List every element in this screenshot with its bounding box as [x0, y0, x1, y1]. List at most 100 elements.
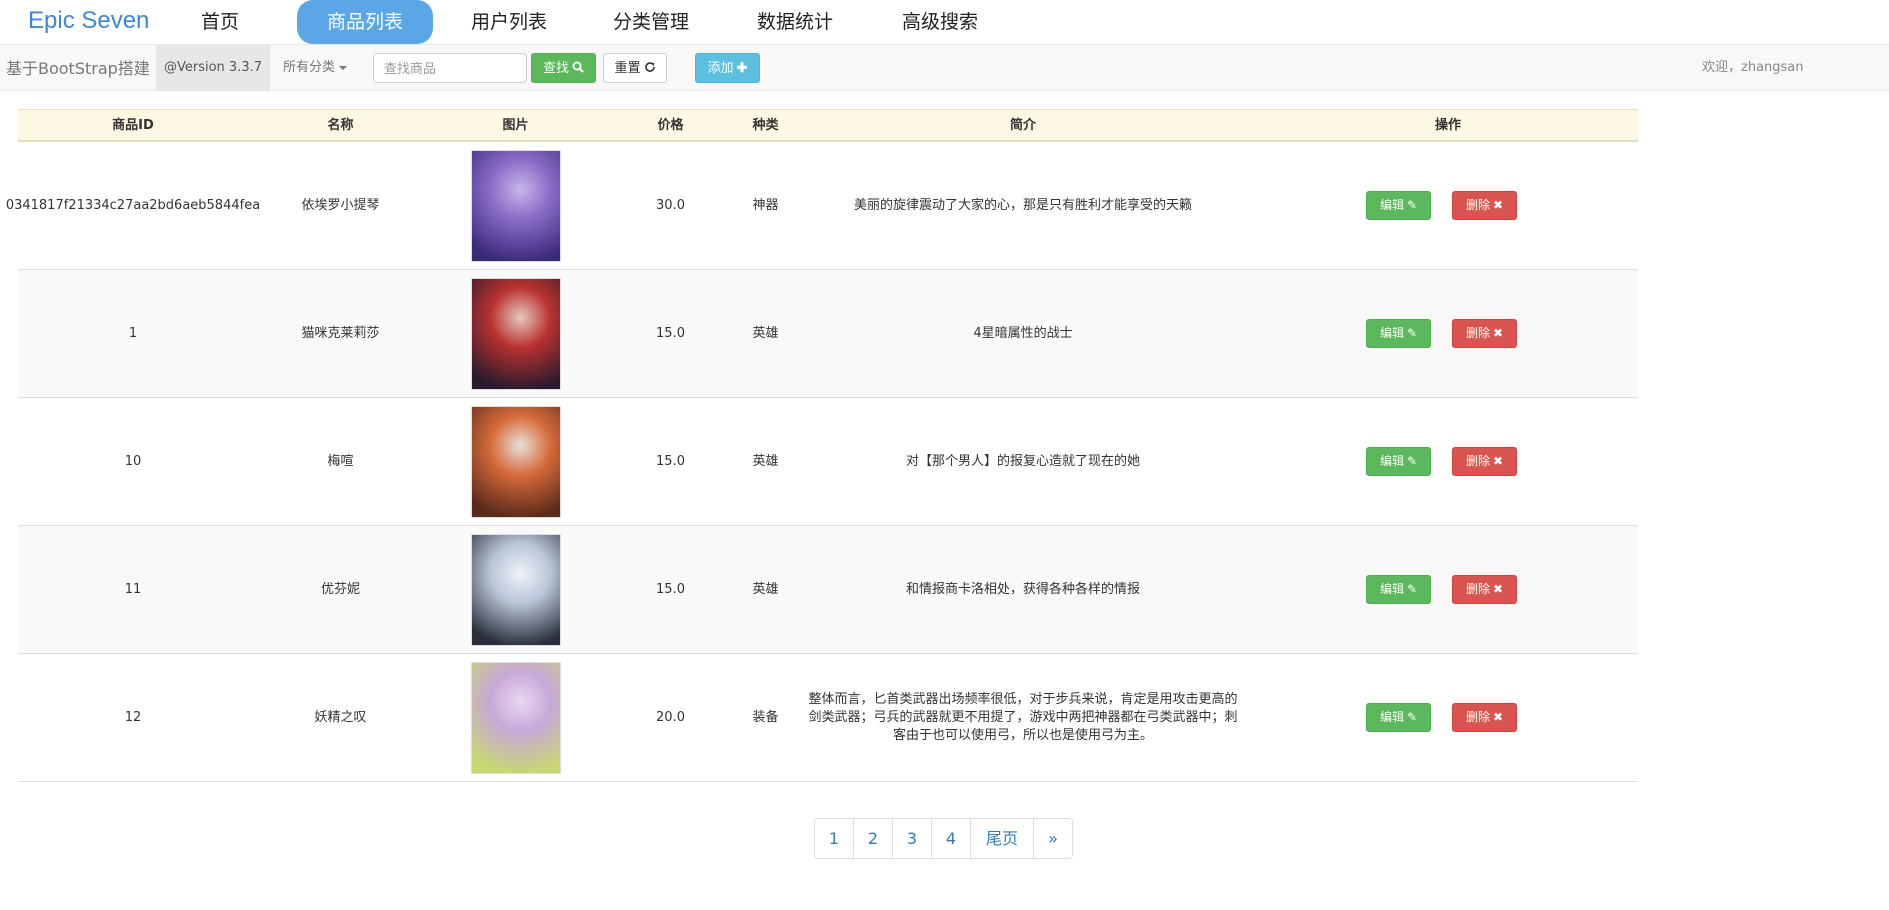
header-type: 种类: [752, 118, 779, 133]
brand-logo[interactable]: Epic Seven: [28, 7, 149, 35]
delete-button[interactable]: 删除 ✖: [1452, 703, 1517, 732]
table-row: 11 优芬妮 15.0 英雄 和情报商卡洛相处，获得各种各样的情报 编辑 ✎ 删除 ✖: [18, 526, 1638, 654]
table-row: 0341817f21334c27aa2bd6aeb5844fea 依埃罗小提琴 30…: [5, 142, 1638, 270]
add-button[interactable]: 添加 ✚: [695, 53, 760, 83]
page-link-last[interactable]: 尾页: [971, 819, 1034, 858]
delete-button[interactable]: 删除 ✖: [1452, 191, 1517, 220]
cell-price: 20.0: [656, 709, 685, 725]
table-row: 1 猫咪克莱莉莎 15.0 英雄 4星暗属性的战士 编辑 ✎ 删除 ✖: [18, 270, 1638, 398]
cell-image: [433, 142, 598, 269]
cell-product-id: 12: [124, 709, 142, 725]
category-dropdown-label: 所有分类: [283, 60, 336, 75]
cell-type: 英雄: [752, 453, 779, 469]
edit-button[interactable]: 编辑 ✎: [1366, 575, 1431, 604]
header-image: 图片: [502, 118, 529, 133]
header-description: 简介: [1009, 118, 1036, 133]
nav-item-advanced-search[interactable]: 高级搜索: [890, 0, 990, 44]
cell-name: 优芬妮: [320, 581, 360, 597]
nav-item-product-list[interactable]: 商品列表: [297, 0, 433, 44]
page-link-next[interactable]: »: [1034, 819, 1072, 858]
sub-toolbar: 基于BootStrap搭建 @Version 3.3.7 所有分类 查找 重置 …: [0, 44, 1889, 91]
edit-button[interactable]: 编辑 ✎: [1366, 319, 1431, 348]
edit-icon: ✎: [1406, 198, 1418, 212]
edit-icon: ✎: [1406, 582, 1418, 596]
cell-product-id: 0341817f21334c27aa2bd6aeb5844fea: [5, 197, 261, 213]
delete-button-label: 删除: [1465, 710, 1490, 724]
edit-button[interactable]: 编辑 ✎: [1366, 191, 1431, 220]
header-actions: 操作: [1434, 118, 1461, 133]
cell-name: 妖精之叹: [314, 709, 367, 725]
page-link-2[interactable]: 2: [854, 819, 893, 858]
pagination: 1 2 3 4 尾页 »: [814, 818, 1073, 859]
delete-button[interactable]: 删除 ✖: [1452, 447, 1517, 476]
nav-item-statistics[interactable]: 数据统计: [745, 0, 845, 44]
product-thumbnail: [470, 149, 561, 262]
nav-item-home[interactable]: 首页: [176, 0, 264, 44]
table-body: 0341817f21334c27aa2bd6aeb5844fea 依埃罗小提琴 30…: [5, 142, 1638, 782]
header-name: 名称: [327, 118, 354, 133]
page-link-4[interactable]: 4: [932, 819, 971, 858]
cell-type: 装备: [752, 709, 779, 725]
cell-image: [433, 270, 598, 397]
cell-description: 4星暗属性的战士: [973, 325, 1073, 341]
edit-button-label: 编辑: [1379, 326, 1404, 340]
cell-name: 依埃罗小提琴: [301, 197, 380, 213]
cell-type: 英雄: [752, 325, 779, 341]
edit-icon: ✎: [1406, 710, 1418, 724]
product-thumbnail: [470, 405, 561, 518]
delete-button[interactable]: 删除 ✖: [1452, 575, 1517, 604]
category-dropdown[interactable]: 所有分类: [283, 45, 348, 91]
cell-product-id: 10: [124, 453, 142, 469]
search-icon: [572, 61, 584, 73]
page-link-3[interactable]: 3: [893, 819, 932, 858]
cell-image: [433, 654, 598, 781]
close-icon: ✖: [1492, 198, 1504, 212]
search-button[interactable]: 查找: [531, 53, 596, 83]
delete-button[interactable]: 删除 ✖: [1452, 319, 1517, 348]
product-thumbnail: [470, 533, 561, 646]
welcome-text: 欢迎，zhangsan: [1702, 60, 1804, 75]
cell-name: 梅喧: [327, 453, 354, 469]
search-input[interactable]: [373, 53, 527, 83]
reset-button-label: 重置: [614, 60, 641, 75]
product-thumbnail: [470, 277, 561, 390]
page-link-1[interactable]: 1: [815, 819, 854, 858]
cell-description: 整体而言，匕首类武器出场频率很低，对于步兵来说，肯定是用攻击更高的剑类武器；弓兵…: [808, 691, 1238, 743]
cell-description: 和情报商卡洛相处，获得各种各样的情报: [905, 581, 1140, 597]
caret-down-icon: [339, 65, 348, 70]
edit-button-label: 编辑: [1379, 454, 1404, 468]
edit-button-label: 编辑: [1379, 582, 1404, 596]
top-navbar: Epic Seven 首页 商品列表 用户列表 分类管理 数据统计 高级搜索: [0, 0, 1889, 44]
cell-type: 英雄: [752, 581, 779, 597]
reset-button[interactable]: 重置: [603, 53, 667, 83]
plus-icon: ✚: [736, 60, 748, 75]
cell-name: 猫咪克莱莉莎: [301, 325, 380, 341]
version-label[interactable]: @Version 3.3.7: [156, 45, 270, 91]
table-row: 10 梅喧 15.0 英雄 对【那个男人】的报复心造就了现在的她 编辑 ✎ 删除 ✖: [18, 398, 1638, 526]
product-table: 商品ID 名称 图片 价格 种类 简介 操作 0341817f21334c27a…: [5, 109, 1638, 782]
nav-item-user-list[interactable]: 用户列表: [459, 0, 559, 44]
header-product-id: 商品ID: [112, 118, 154, 133]
edit-button[interactable]: 编辑 ✎: [1366, 447, 1431, 476]
table-row: 12 妖精之叹 20.0 装备 整体而言，匕首类武器出场频率很低，对于步兵来说，肯定是用…: [18, 654, 1638, 782]
close-icon: ✖: [1492, 710, 1504, 724]
sub-brand[interactable]: 基于BootStrap搭建: [6, 45, 150, 92]
cell-price: 30.0: [656, 197, 685, 213]
close-icon: ✖: [1492, 326, 1504, 340]
delete-button-label: 删除: [1465, 326, 1490, 340]
cell-type: 神器: [752, 197, 779, 213]
table-header: 商品ID 名称 图片 价格 种类 简介 操作: [18, 109, 1638, 142]
refresh-icon: [644, 62, 655, 72]
nav-item-category-manage[interactable]: 分类管理: [601, 0, 701, 44]
edit-button[interactable]: 编辑 ✎: [1366, 703, 1431, 732]
cell-product-id: 11: [124, 581, 142, 597]
edit-icon: ✎: [1406, 454, 1418, 468]
header-price: 价格: [657, 118, 684, 133]
cell-description: 对【那个男人】的报复心造就了现在的她: [905, 453, 1140, 469]
cell-image: [433, 526, 598, 653]
cell-price: 15.0: [656, 453, 685, 469]
search-button-label: 查找: [542, 60, 569, 75]
edit-icon: ✎: [1406, 326, 1418, 340]
cell-description: 美丽的旋律震动了大家的心，那是只有胜利才能享受的天籁: [853, 197, 1192, 213]
close-icon: ✖: [1492, 582, 1504, 596]
